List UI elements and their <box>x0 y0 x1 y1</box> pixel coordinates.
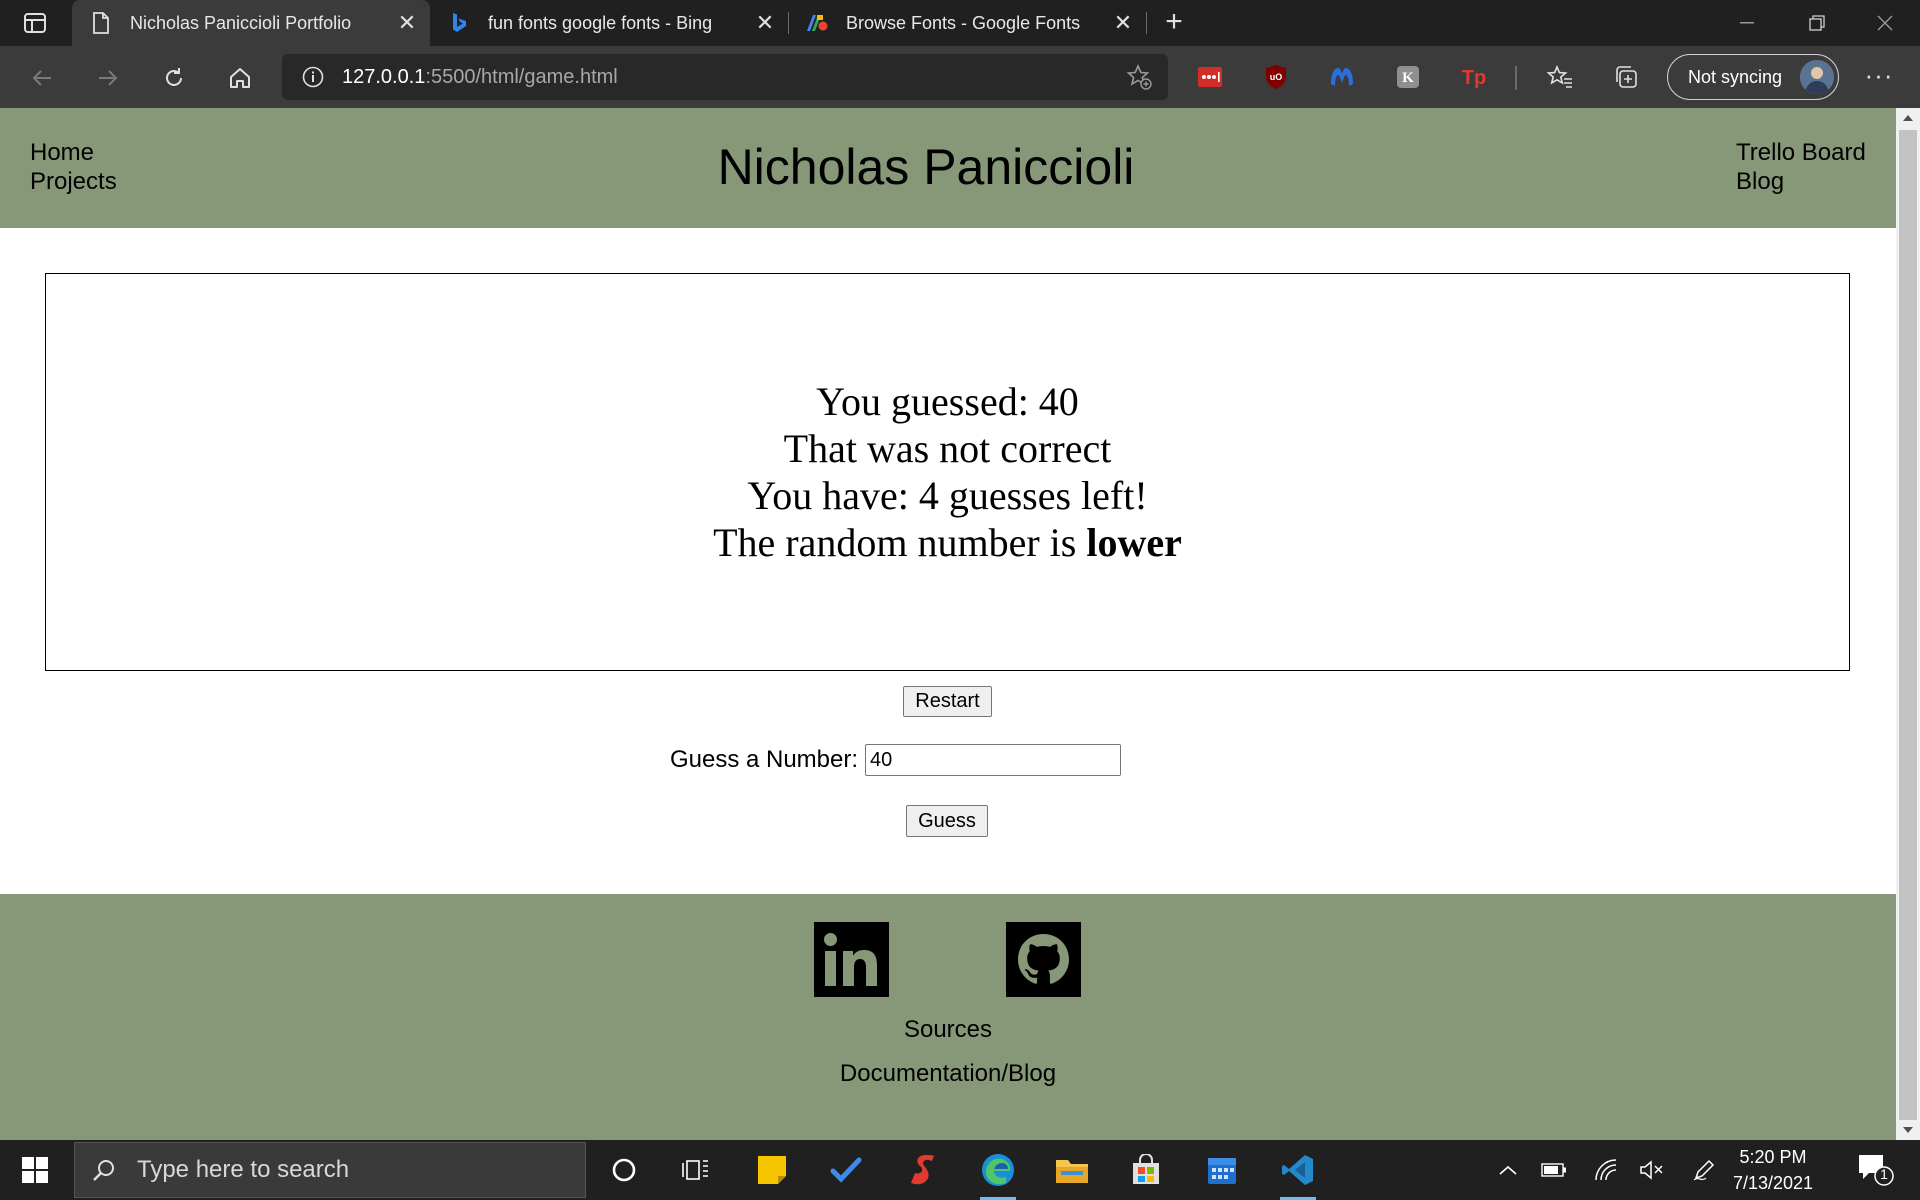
malwarebytes-extension-icon[interactable] <box>1326 60 1358 94</box>
browser-tab-bar: Nicholas Paniccioli Portfolio ✕ fun font… <box>0 0 1920 46</box>
avatar <box>1800 60 1834 94</box>
minimize-icon[interactable] <box>1712 0 1782 46</box>
scrollbar-thumb[interactable] <box>1899 130 1917 1120</box>
guess-result-line: You guessed: 40 <box>816 379 1079 424</box>
sources-link[interactable]: Sources <box>904 1016 992 1043</box>
favorites-icon[interactable] <box>1544 60 1576 94</box>
tab-title: fun fonts google fonts - Bing <box>488 12 713 33</box>
lastpass-extension-icon[interactable] <box>1194 60 1226 94</box>
collections-icon[interactable] <box>1610 60 1642 94</box>
tab-google-fonts[interactable]: Browse Fonts - Google Fonts ✕ <box>788 0 1146 46</box>
site-header: Home Projects Nicholas Paniccioli Trello… <box>0 108 1896 228</box>
nav-link-trello-board[interactable]: Trello Board <box>1736 138 1866 167</box>
clock-time: 5:20 PM <box>1739 1147 1807 1167</box>
guess-form: Guess a Number: <box>0 744 1896 776</box>
cortana-icon[interactable] <box>594 1146 654 1194</box>
tab-actions-icon[interactable] <box>12 8 58 38</box>
guess-button[interactable]: Guess <box>906 805 988 837</box>
nav-link-blog[interactable]: Blog <box>1736 167 1866 196</box>
scroll-up-icon[interactable] <box>1896 108 1920 128</box>
taskbar-search-box[interactable]: Type here to search <box>74 1142 586 1198</box>
todo-icon[interactable] <box>816 1146 876 1194</box>
svg-text:K: K <box>1402 70 1414 86</box>
grammar-extension-icon[interactable]: K <box>1392 60 1424 94</box>
restore-icon[interactable] <box>1782 0 1852 46</box>
store-icon[interactable] <box>1116 1146 1176 1194</box>
site-info-icon[interactable] <box>298 62 328 92</box>
tp-extension-icon[interactable]: Tp <box>1458 60 1490 94</box>
close-icon[interactable]: ✕ <box>1108 8 1138 38</box>
back-icon[interactable] <box>22 58 62 98</box>
tab-title: Nicholas Paniccioli Portfolio <box>130 12 352 33</box>
search-placeholder: Type here to search <box>137 1156 350 1183</box>
url-text: 127.0.0.1:5500/html/game.html <box>342 65 618 88</box>
page-viewport: Home Projects Nicholas Paniccioli Trello… <box>0 108 1896 1140</box>
documentation-blog-link[interactable]: Documentation/Blog <box>840 1060 1056 1087</box>
tab-portfolio[interactable]: Nicholas Paniccioli Portfolio ✕ <box>72 0 430 46</box>
google-fonts-icon <box>806 12 828 34</box>
pen-icon[interactable] <box>1688 1154 1720 1186</box>
close-icon[interactable]: ✕ <box>750 8 780 38</box>
scroll-down-icon[interactable] <box>1896 1120 1920 1140</box>
more-options-icon[interactable]: ··· <box>1862 60 1896 94</box>
guess-input[interactable] <box>865 744 1122 776</box>
correctness-line: That was not correct <box>783 426 1112 471</box>
svg-text:uO: uO <box>1270 72 1283 82</box>
windows-start-icon[interactable] <box>0 1140 70 1200</box>
hint-line: The random number is lower <box>713 520 1182 565</box>
battery-icon[interactable] <box>1538 1154 1570 1186</box>
refresh-icon[interactable] <box>154 58 194 98</box>
volume-muted-icon[interactable] <box>1636 1154 1668 1186</box>
page-scrollbar[interactable] <box>1896 108 1920 1140</box>
game-output-box: You guessed: 40 That was not correct You… <box>45 273 1850 671</box>
nav-right: Trello Board Blog <box>1736 138 1866 196</box>
page-title: Nicholas Paniccioli <box>717 139 1135 195</box>
page-icon <box>90 12 112 34</box>
notification-count: 1 <box>1880 1166 1888 1182</box>
sync-label: Not syncing <box>1688 66 1783 87</box>
show-hidden-icons-icon[interactable] <box>1492 1154 1524 1186</box>
sources-link-wrap: Sources <box>0 1016 1896 1044</box>
github-icon[interactable] <box>1006 922 1081 997</box>
tab-separator <box>1146 12 1147 34</box>
close-window-icon[interactable] <box>1850 0 1920 46</box>
guesses-left-line: You have: 4 guesses left! <box>747 473 1148 518</box>
vscode-icon[interactable] <box>1268 1146 1328 1200</box>
app-red-icon[interactable] <box>892 1146 952 1194</box>
tab-bing[interactable]: fun fonts google fonts - Bing ✕ <box>430 0 788 46</box>
new-tab-icon[interactable]: + <box>1158 7 1190 38</box>
docs-link-wrap: Documentation/Blog <box>0 1060 1896 1088</box>
network-icon[interactable] <box>1590 1154 1622 1186</box>
game-message: You guessed: 40 That was not correct You… <box>713 378 1182 566</box>
forward-icon[interactable] <box>88 58 128 98</box>
browser-toolbar: 127.0.0.1:5500/html/game.html uO K Tp No… <box>0 46 1920 108</box>
svg-text:Tp: Tp <box>1462 67 1486 89</box>
restart-button[interactable]: Restart <box>903 686 992 717</box>
address-bar[interactable]: 127.0.0.1:5500/html/game.html <box>282 54 1168 100</box>
file-explorer-icon[interactable] <box>1042 1146 1102 1194</box>
profile-sync-button[interactable]: Not syncing <box>1667 54 1839 100</box>
add-favorite-icon[interactable] <box>1124 62 1154 92</box>
hint-direction: lower <box>1086 520 1182 565</box>
sticky-notes-icon[interactable] <box>742 1146 802 1194</box>
linkedin-icon[interactable] <box>814 922 889 997</box>
home-icon[interactable] <box>220 58 260 98</box>
search-icon <box>89 1155 119 1185</box>
bing-icon <box>448 12 470 34</box>
task-view-icon[interactable] <box>666 1146 726 1194</box>
clock-date: 7/13/2021 <box>1732 1173 1814 1193</box>
taskbar-clock[interactable]: 5:20 PM 7/13/2021 <box>1718 1144 1828 1196</box>
windows-taskbar: Type here to search 5:20 PM 7/13/2021 1 <box>0 1140 1920 1200</box>
toolbar-separator <box>1515 66 1517 90</box>
ublock-extension-icon[interactable]: uO <box>1260 60 1292 94</box>
edge-taskbar-icon[interactable] <box>968 1146 1028 1200</box>
calendar-icon[interactable] <box>1192 1146 1252 1194</box>
guess-label: Guess a Number: <box>669 746 859 773</box>
tab-title: Browse Fonts - Google Fonts <box>846 12 1081 33</box>
site-footer: Sources Documentation/Blog <box>0 894 1896 1140</box>
close-icon[interactable]: ✕ <box>392 8 422 38</box>
notification-center-icon[interactable]: 1 <box>1856 1152 1896 1188</box>
